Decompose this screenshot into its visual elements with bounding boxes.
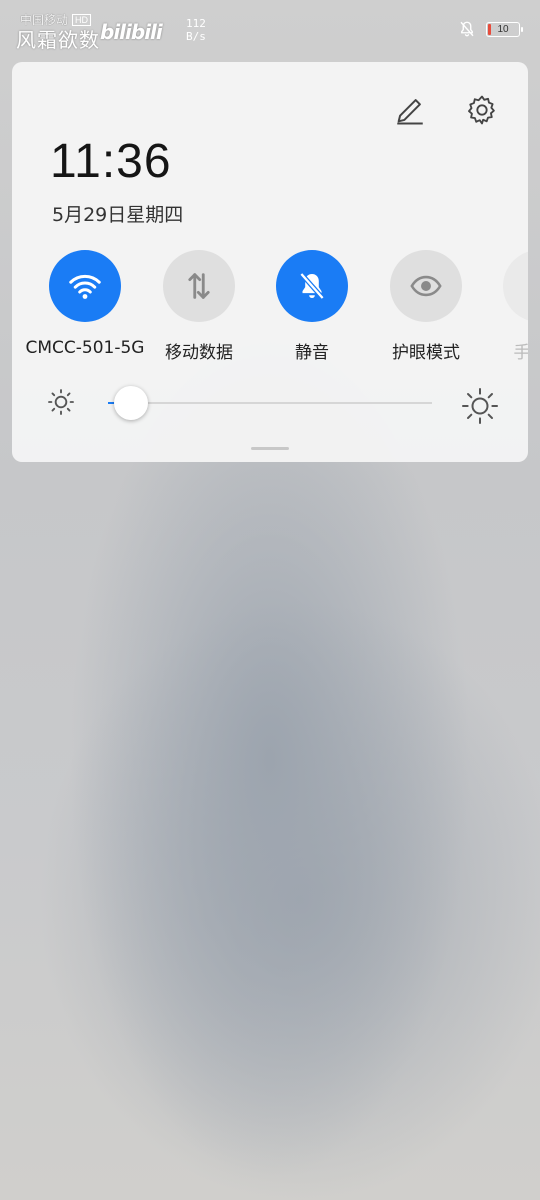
bilibili-logo: bilibili: [100, 20, 163, 44]
brightness-high-icon: [461, 387, 499, 425]
net-speed-unit: B/s: [186, 30, 206, 43]
brightness-control: [12, 382, 528, 426]
tile-eye-comfort-toggle[interactable]: [390, 250, 462, 322]
tile-eye-comfort[interactable]: 护眼模式: [366, 250, 486, 360]
battery-icon: 10: [486, 21, 523, 37]
clock-time: 11:36: [50, 135, 172, 188]
battery-fill: [488, 23, 492, 35]
edit-pencil-icon: [397, 99, 423, 125]
bell-off-icon: [299, 272, 325, 300]
brightness-slider-track[interactable]: [108, 402, 432, 404]
quick-tiles: CMCC-501-5G 移动数据 静音 护眼模式 手: [12, 250, 528, 360]
settings-gear-icon: [468, 95, 495, 125]
tile-wifi[interactable]: CMCC-501-5G: [25, 250, 145, 358]
bell-off-icon: [460, 21, 474, 37]
tile-flashlight-toggle[interactable]: [503, 250, 528, 322]
net-speed-value: 112: [186, 17, 206, 30]
clock-date: 5月29日星期四: [52, 204, 184, 226]
brightness-slider-thumb[interactable]: [113, 386, 148, 420]
status-icons: 10: [458, 20, 523, 38]
tile-wifi-toggle[interactable]: [49, 250, 121, 322]
battery-level: 10: [497, 23, 509, 35]
flashlight-icon: [522, 269, 528, 303]
settings-button[interactable]: [462, 90, 502, 130]
net-speed: 112 B/s: [186, 17, 206, 43]
panel-top-actions: [390, 90, 502, 130]
brightness-low-icon: [48, 389, 74, 415]
mobile-data-icon: [188, 273, 210, 299]
tile-silent-label: 静音: [295, 343, 329, 360]
tile-mobile-data-toggle[interactable]: [163, 250, 235, 322]
tile-silent[interactable]: 静音: [252, 250, 372, 360]
quick-settings-panel: 11:36 5月29日星期四 CMCC-501-5G 移动数据 静音 护眼模式 …: [12, 62, 528, 462]
eye-icon: [410, 275, 442, 297]
edit-button[interactable]: [390, 90, 430, 130]
wifi-icon: [69, 274, 101, 299]
tile-mobile-data[interactable]: 移动数据: [139, 250, 259, 360]
video-watermark: 风霜欲数: [16, 28, 100, 52]
status-bar: 中国移动 HD 风霜欲数 bilibili 112 B/s 10: [0, 0, 540, 56]
tile-eye-comfort-label: 护眼模式: [392, 343, 460, 360]
tile-mobile-data-label: 移动数据: [165, 343, 233, 360]
tile-flashlight[interactable]: 手电筒: [479, 250, 528, 360]
panel-drag-handle[interactable]: [251, 447, 289, 450]
tile-wifi-label: CMCC-501-5G: [25, 338, 145, 358]
tile-silent-toggle[interactable]: [276, 250, 348, 322]
tile-flashlight-label: 手电筒: [513, 343, 529, 360]
